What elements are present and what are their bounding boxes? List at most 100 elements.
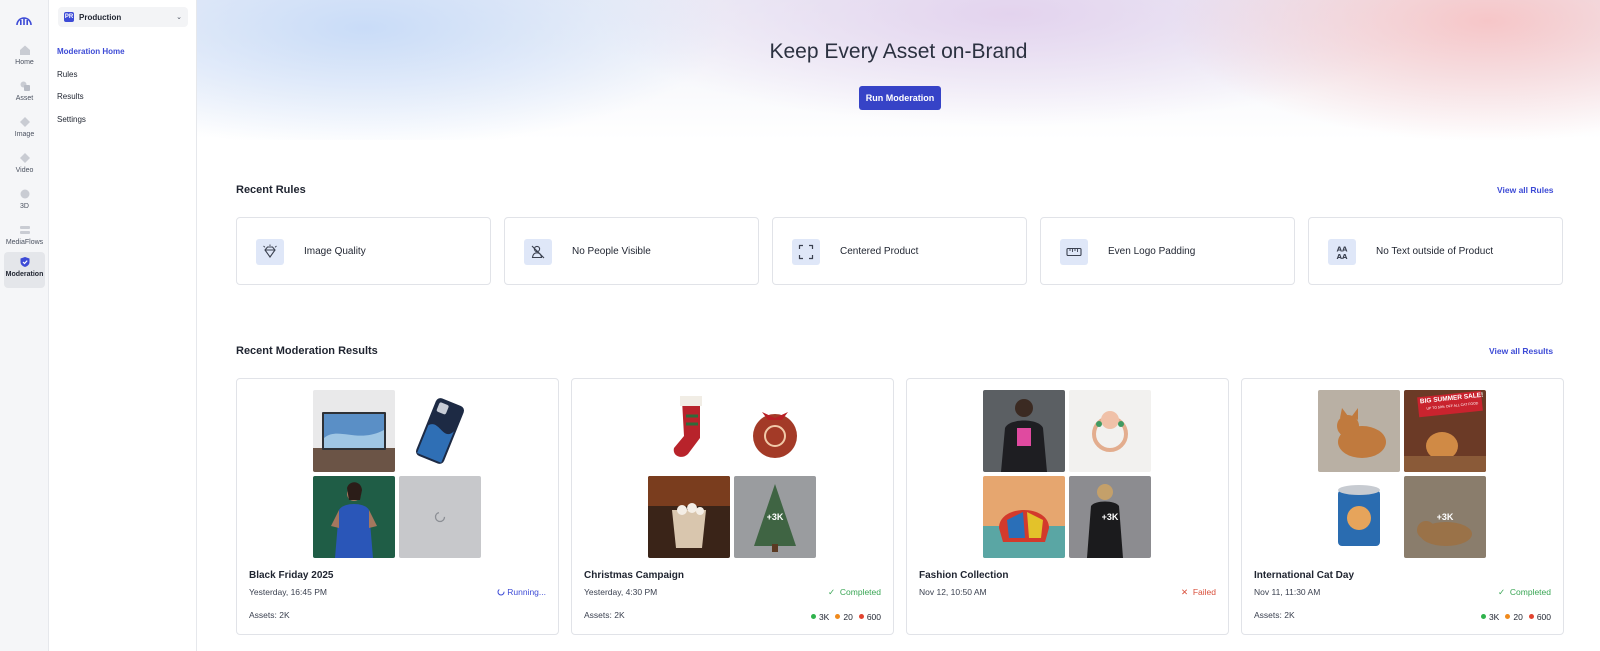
count-value: 20 (1513, 612, 1523, 622)
rail-item-moderation[interactable]: Moderation (4, 252, 45, 288)
result-time: Yesterday, 16:45 PM (249, 587, 327, 597)
result-title: International Cat Day (1254, 570, 1355, 581)
rail-item-video[interactable]: Video (4, 148, 45, 184)
thumbnail-sleeping-cat: +3K (1404, 476, 1486, 558)
status-completed: ✓ Completed (1498, 587, 1551, 598)
ruler-icon (1060, 239, 1088, 265)
thumbnail-christmas-tree: +3K (734, 476, 816, 558)
rail-label: Moderation (5, 271, 44, 278)
hero-title: Keep Every Asset on-Brand (769, 40, 1028, 63)
status-label: Running... (507, 587, 546, 597)
count-value: 20 (843, 612, 853, 622)
thumbnail-cat-food-can (1318, 476, 1400, 558)
rule-card-image-quality[interactable]: Image Quality (236, 217, 491, 285)
rail-label: Image (14, 131, 35, 138)
result-title: Fashion Collection (919, 570, 1009, 581)
result-card-black-friday[interactable]: Black Friday 2025 Yesterday, 16:45 PM Ru… (236, 378, 559, 635)
rail-label: Video (15, 167, 34, 174)
thumbnail-grid: +3K (983, 390, 1151, 558)
rule-card-no-people[interactable]: No People Visible (504, 217, 759, 285)
more-count: +3K (1436, 512, 1454, 522)
count-value: 3K (1488, 612, 1500, 622)
rail-item-3d[interactable]: 3D (4, 184, 45, 220)
result-card-cat-day[interactable]: BIG SUMMER SALE! UP TO 50% OFF ALL CAT FO… (1241, 378, 1564, 635)
svg-text:AA: AA (1337, 253, 1348, 260)
count-warning: 20 (1505, 612, 1523, 622)
rail-item-asset[interactable]: Asset (4, 76, 45, 112)
rule-card-logo-padding[interactable]: Even Logo Padding (1040, 217, 1295, 285)
result-assets: Assets: 2K (1254, 610, 1295, 620)
mediaflows-icon (19, 226, 30, 234)
result-title: Black Friday 2025 (249, 570, 334, 581)
result-title: Christmas Campaign (584, 570, 685, 581)
status-label: Completed (839, 587, 881, 597)
result-card-fashion[interactable]: +3K Fashion Collection Nov 12, 10:50 AM … (906, 378, 1229, 635)
status-label: Failed (1192, 587, 1216, 597)
orange-dot-icon (1505, 614, 1511, 619)
result-time: Nov 12, 10:50 AM (919, 587, 987, 597)
rail-label: Home (15, 59, 34, 66)
rail-item-image[interactable]: Image (4, 112, 45, 148)
count-value: 600 (866, 612, 881, 622)
thumbnail-loading (399, 476, 481, 558)
cloud-logo-icon[interactable] (14, 12, 34, 28)
result-counts: 3K 20 600 (1480, 612, 1551, 622)
environment-badge: PR (64, 12, 74, 22)
count-value: 3K (818, 612, 830, 622)
subnav-item-settings[interactable]: Settings (57, 115, 86, 124)
main-content: Keep Every Asset on-Brand Run Moderation… (197, 0, 1600, 651)
rail-label: Asset (15, 95, 34, 102)
subnav-item-results[interactable]: Results (57, 92, 84, 101)
green-dot-icon (810, 614, 816, 619)
check-icon: ✓ (1498, 587, 1506, 597)
thumbnail-summer-sale: BIG SUMMER SALE! UP TO 50% OFF ALL CAT FO… (1404, 390, 1486, 472)
home-icon (19, 45, 30, 55)
frame-corners-icon (792, 239, 820, 265)
rule-label: No People Visible (572, 246, 651, 257)
shield-icon (20, 257, 29, 267)
check-icon: ✓ (828, 587, 836, 597)
rail-item-home[interactable]: Home (4, 40, 45, 76)
orange-dot-icon (835, 614, 841, 619)
status-label: Completed (1509, 587, 1551, 597)
rail-item-mediaflows[interactable]: MediaFlows (4, 220, 45, 256)
cube-icon (20, 189, 29, 199)
result-assets: Assets: 2K (249, 610, 290, 620)
recent-results-title: Recent Moderation Results (236, 345, 378, 357)
thumbnail-ring (1069, 390, 1151, 472)
hero-banner: Keep Every Asset on-Brand Run Moderation (197, 0, 1600, 140)
thumbnail-ornament (734, 390, 816, 472)
subnav-item-moderation-home[interactable]: Moderation Home (57, 47, 125, 56)
thumbnail-tv (313, 390, 395, 472)
asset-icon (20, 81, 30, 91)
status-failed: ✕ Failed (1181, 587, 1216, 598)
environment-selector[interactable]: PR Production ⌄ (58, 7, 188, 27)
rule-label: No Text outside of Product (1376, 246, 1494, 257)
run-moderation-button[interactable]: Run Moderation (859, 86, 941, 110)
result-card-christmas[interactable]: +3K Christmas Campaign Yesterday, 4:30 P… (571, 378, 894, 635)
thumbnail-model-black-outfit: +3K (1069, 476, 1151, 558)
rule-label: Image Quality (304, 246, 366, 257)
chevron-down-icon: ⌄ (176, 14, 182, 21)
thumbnail-stocking (648, 390, 730, 472)
thumbnail-model-blue-dress (313, 476, 395, 558)
thumbnail-grid (313, 390, 481, 558)
rule-card-no-text[interactable]: AA AA No Text outside of Product (1308, 217, 1563, 285)
status-running: Running... (497, 587, 546, 597)
count-failed: 600 (858, 612, 881, 622)
view-all-rules-link[interactable]: View all Rules (1497, 185, 1554, 195)
more-count: +3K (1101, 512, 1119, 522)
result-assets: Assets: 2K (584, 610, 625, 620)
diamond-icon (256, 239, 284, 265)
rule-card-centered-product[interactable]: Centered Product (772, 217, 1027, 285)
green-dot-icon (1480, 614, 1486, 619)
result-counts: 3K 20 600 (810, 612, 881, 622)
count-passed: 3K (1480, 612, 1500, 622)
rail-label: 3D (20, 203, 29, 210)
thumbnail-hot-chocolate (648, 476, 730, 558)
result-time: Nov 11, 11:30 AM (1254, 587, 1321, 597)
spinner-icon (497, 588, 505, 596)
subnav-item-rules[interactable]: Rules (57, 70, 77, 79)
thumbnail-bag (983, 476, 1065, 558)
view-all-results-link[interactable]: View all Results (1489, 346, 1553, 356)
